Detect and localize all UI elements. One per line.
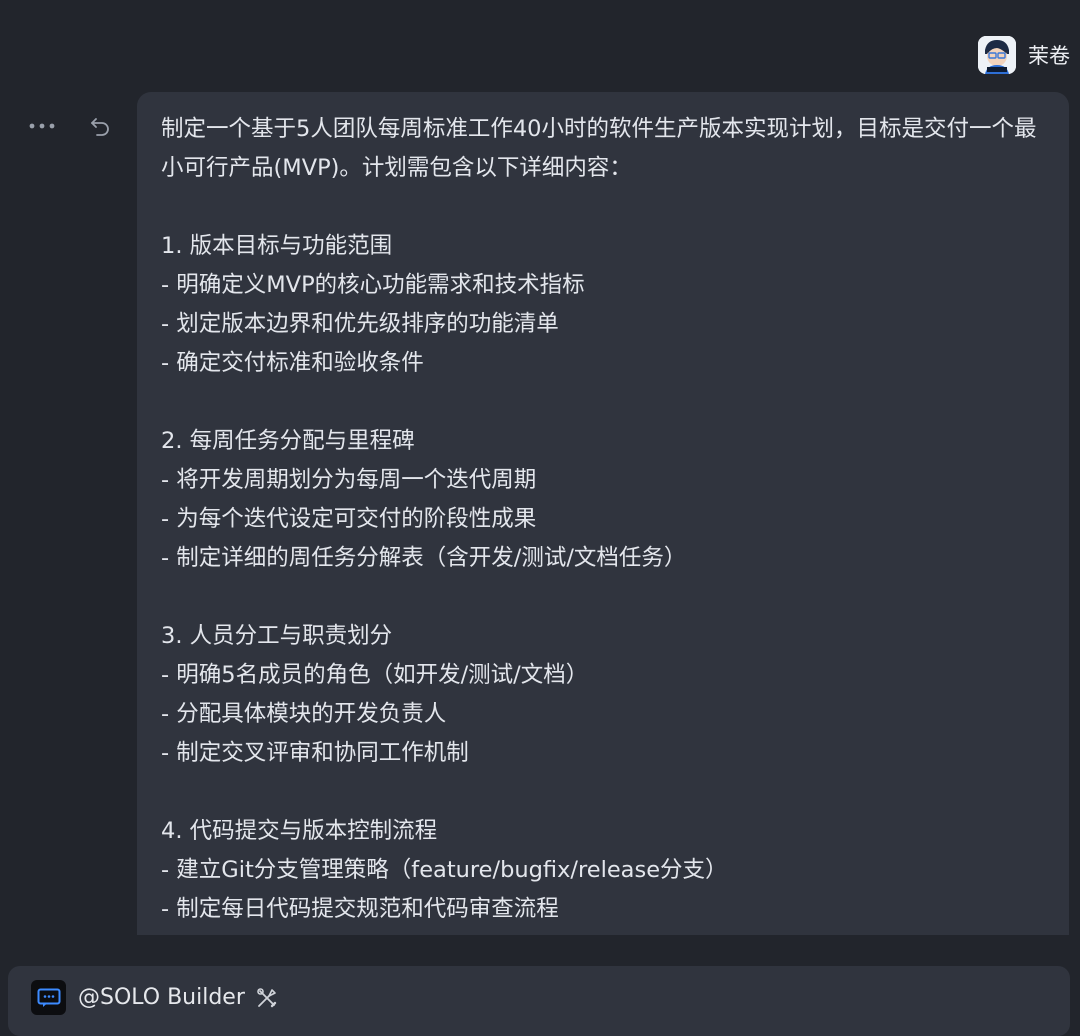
message-actions: [28, 112, 114, 140]
agent-name[interactable]: @SOLO Builder: [78, 980, 245, 1015]
avatar[interactable]: [978, 36, 1016, 74]
chat-icon: [31, 980, 66, 1015]
composer[interactable]: @SOLO Builder: [8, 966, 1070, 1036]
more-icon: [29, 123, 55, 129]
more-button[interactable]: [28, 112, 56, 140]
username: 茉卷: [1028, 44, 1070, 68]
avatar-icon: [978, 36, 1016, 74]
message-text: 制定一个基于5人团队每周标准工作40小时的软件生产版本实现计划，目标是交付一个最…: [161, 116, 1037, 922]
user-message-bubble: 制定一个基于5人团队每周标准工作40小时的软件生产版本实现计划，目标是交付一个最…: [137, 92, 1069, 935]
undo-button[interactable]: [86, 112, 114, 140]
undo-icon: [91, 118, 109, 136]
user-header: 茉卷: [978, 36, 1070, 74]
tools-icon[interactable]: [255, 980, 279, 1015]
